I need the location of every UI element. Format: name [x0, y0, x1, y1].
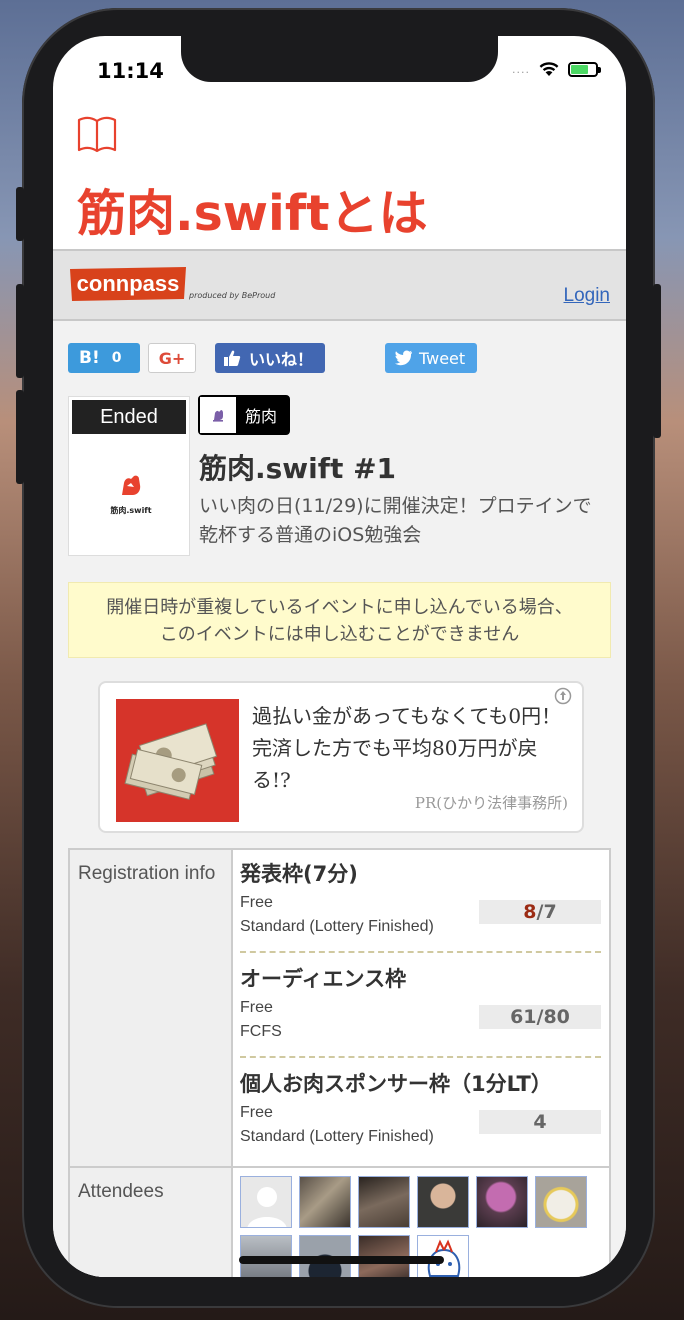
event-description: いい肉の日(11/29)に開催決定！プロテインで乾杯する普通のiOS勉強会 [199, 495, 592, 546]
warning-line-2: このイベントには申し込むことができません [159, 624, 520, 645]
volume-down-button [16, 390, 24, 484]
hatena-bookmark-button[interactable]: B! 0 [68, 343, 140, 373]
attendee-avatar[interactable] [299, 1176, 351, 1228]
google-plus-button[interactable]: G+ [148, 343, 196, 373]
attendees-label: Attendees [70, 1168, 233, 1277]
ticket-item: 個人お肉スポンサー枠（1分LT） Free Standard (Lottery … [240, 1068, 601, 1156]
ticket-item: 発表枠(7分) Free Standard (Lottery Finished)… [240, 858, 601, 953]
attendee-avatar[interactable] [535, 1176, 587, 1228]
site-header: connpass produced by BeProud Login [53, 249, 626, 321]
registration-table: Registration info 発表枠(7分) Free Standard … [68, 848, 611, 1277]
signal-icon: .... [512, 62, 530, 76]
battery-charging-icon [568, 61, 601, 77]
ticket-item: オーディエンス枠 Free FCFS 61/80 [240, 963, 601, 1058]
event-logo: 筋肉.swift [108, 473, 154, 516]
registration-label: Registration info [70, 850, 233, 1166]
hatena-icon: B! [79, 348, 100, 368]
svg-text:connpass: connpass [77, 271, 180, 296]
ad-source: PR(ひかり法律事務所) [414, 794, 568, 812]
status-time: 11:14 [97, 59, 164, 83]
app-header: 筋肉.swiftとは [53, 116, 626, 249]
web-content: connpass produced by BeProud Login B! 0 … [53, 249, 626, 1277]
ticket-name: 個人お肉スポンサー枠（1分LT） [240, 1072, 552, 1096]
event-thumbnail[interactable]: Ended 筋肉.swift [68, 396, 190, 556]
group-icon [200, 397, 236, 433]
status-badge: Ended [72, 400, 186, 434]
twitter-bird-icon [395, 350, 412, 366]
mute-switch [16, 187, 24, 241]
event-title: 筋肉.swift #1 [199, 452, 397, 485]
tweet-button[interactable]: Tweet [385, 343, 477, 373]
ad-info-icon[interactable] [554, 687, 572, 705]
home-indicator[interactable] [239, 1256, 444, 1264]
group-tag-label: 筋肉 [245, 407, 278, 426]
hatena-count: 0 [111, 350, 122, 366]
group-tag[interactable]: 筋肉 [198, 395, 290, 435]
connpass-logo[interactable]: connpass [68, 265, 188, 303]
tweet-label: Tweet [419, 348, 466, 368]
facebook-like-button[interactable]: いいね！ [215, 343, 325, 373]
ticket-name: 発表枠(7分) [240, 862, 358, 886]
share-buttons: B! 0 G+ いいね！ Tweet [68, 343, 613, 373]
login-link[interactable]: Login [564, 285, 611, 307]
attendee-avatar[interactable] [417, 1176, 469, 1228]
volume-up-button [16, 284, 24, 378]
ad-text[interactable]: 過払い金があってもなくても0円！完済した方でも平均80万円が戻る!? [252, 700, 572, 796]
event-logo-text: 筋肉.swift [110, 506, 152, 515]
attendee-avatar[interactable] [358, 1176, 410, 1228]
power-button [653, 284, 661, 438]
money-stack-image [124, 723, 218, 800]
book-icon[interactable] [77, 116, 117, 154]
muscle-logo-icon [122, 475, 141, 495]
screen: 11:14 .... 筋肉.swiftとは connpass produced … [53, 36, 626, 1277]
attendee-avatar[interactable] [476, 1176, 528, 1228]
attendee-avatar[interactable] [240, 1176, 292, 1228]
ticket-count: 61/80 [479, 1005, 601, 1029]
produced-by: produced by BeProud [189, 291, 276, 300]
ticket-count: 8/7 [479, 900, 601, 924]
status-icons: .... [512, 61, 601, 77]
facebook-like-label: いいね！ [249, 350, 314, 369]
ticket-count-current: 8 [523, 901, 537, 923]
ticket-count-limit: /7 [536, 901, 557, 923]
registration-tickets: 発表枠(7分) Free Standard (Lottery Finished)… [233, 850, 609, 1166]
warning-line-1: 開催日時が重複しているイベントに申し込んでいる場合、 [106, 597, 573, 618]
page-title: 筋肉.swiftとは [77, 185, 428, 242]
ticket-name: オーディエンス枠 [240, 967, 407, 991]
notch [181, 36, 498, 82]
ticket-count: 4 [479, 1110, 601, 1134]
registration-row: Registration info 発表枠(7分) Free Standard … [70, 850, 609, 1168]
ad-card[interactable]: 過払い金があってもなくても0円！完済した方でも平均80万円が戻る!? PR(ひか… [98, 681, 584, 833]
wifi-icon [539, 62, 559, 76]
duplicate-warning: 開催日時が重複しているイベントに申し込んでいる場合、 このイベントには申し込むこ… [68, 582, 611, 658]
ad-image[interactable] [116, 699, 239, 822]
thumbs-up-icon [224, 350, 241, 366]
